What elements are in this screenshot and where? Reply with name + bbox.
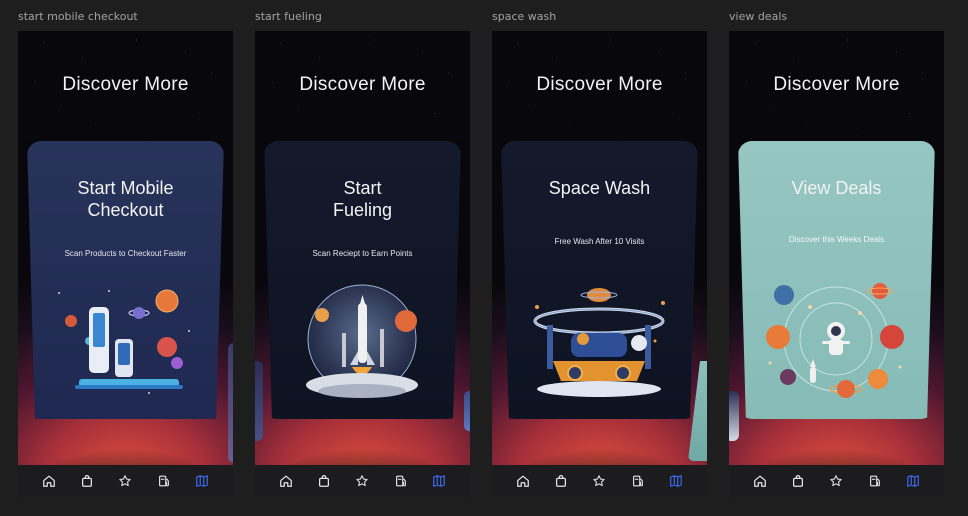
star-icon — [830, 475, 843, 487]
rocket-launch-globe-illustration — [306, 284, 418, 398]
bottom-tab-bar — [729, 465, 944, 497]
frame-label: start fueling — [255, 10, 322, 23]
discover-heading: Discover More — [773, 74, 900, 95]
tab-fuel[interactable] — [156, 473, 172, 489]
tab-shop[interactable] — [790, 473, 806, 489]
phone-frame-start-fueling: Discover More Start Fueling Scan Reciept… — [255, 31, 470, 497]
tab-map[interactable] — [668, 473, 684, 489]
frame-label: view deals — [729, 10, 788, 23]
tab-map[interactable] — [905, 473, 921, 489]
fuel-pump-icon — [632, 475, 643, 487]
tab-favorites[interactable] — [117, 473, 133, 489]
tab-fuel[interactable] — [630, 473, 646, 489]
phone-frame-view-deals: Discover More View Deals Discover this W… — [729, 31, 944, 497]
fuel-pump-icon — [158, 475, 169, 487]
tab-home[interactable] — [41, 473, 57, 489]
tab-shop[interactable] — [553, 473, 569, 489]
tab-home[interactable] — [515, 473, 531, 489]
map-icon — [433, 475, 445, 487]
tab-favorites[interactable] — [591, 473, 607, 489]
discover-heading: Discover More — [299, 74, 426, 95]
card-title: Space Wash — [548, 178, 651, 198]
discover-heading: Discover More — [62, 74, 189, 95]
tab-shop[interactable] — [316, 473, 332, 489]
discover-heading: Discover More — [536, 74, 663, 95]
home-icon — [280, 475, 292, 487]
card-title: Start Fueling — [332, 178, 393, 220]
previous-card-peek[interactable] — [255, 361, 263, 441]
star-icon — [593, 475, 606, 487]
star-icon — [356, 475, 369, 487]
shopping-bag-icon — [793, 475, 804, 487]
tab-fuel[interactable] — [393, 473, 409, 489]
tab-favorites[interactable] — [828, 473, 844, 489]
tab-fuel[interactable] — [867, 473, 883, 489]
promo-card-space-wash[interactable]: Space Wash Free Wash After 10 Visits — [501, 141, 698, 419]
promo-card-view-deals[interactable]: View Deals Discover this Weeks Deals — [738, 141, 935, 419]
card-subtitle: Scan Products to Checkout Faster — [64, 249, 187, 258]
frame-label: start mobile checkout — [18, 10, 138, 23]
card-title: View Deals — [791, 178, 882, 198]
card-subtitle: Scan Reciept to Earn Points — [312, 249, 413, 258]
next-card-peek[interactable] — [464, 391, 470, 431]
astronaut-planets-illustration — [766, 283, 904, 398]
bottom-tab-bar — [18, 465, 233, 497]
map-icon — [907, 475, 919, 487]
shopping-bag-icon — [319, 475, 330, 487]
card-subtitle: Free Wash After 10 Visits — [554, 237, 645, 246]
map-icon — [196, 475, 208, 487]
home-icon — [754, 475, 766, 487]
tab-map[interactable] — [194, 473, 210, 489]
star-icon — [119, 475, 132, 487]
map-icon — [670, 475, 682, 487]
card-subtitle: Discover this Weeks Deals — [789, 235, 884, 244]
phone-frame-space-wash: Discover More Space Wash Free Wash After… — [492, 31, 707, 497]
phone-frame-start-mobile-checkout: Discover More Start Mobile Checkout Scan… — [18, 31, 233, 497]
tab-shop[interactable] — [79, 473, 95, 489]
space-car-wash-illustration — [533, 288, 665, 397]
tab-map[interactable] — [431, 473, 447, 489]
previous-card-peek[interactable] — [729, 391, 739, 441]
fuel-pump-icon — [395, 475, 406, 487]
promo-card-start-fueling[interactable]: Start Fueling Scan Reciept to Earn Point… — [264, 141, 461, 419]
shopping-bag-icon — [82, 475, 93, 487]
promo-card-start-mobile-checkout[interactable]: Start Mobile Checkout Scan Products to C… — [27, 141, 224, 419]
bottom-tab-bar — [492, 465, 707, 497]
home-icon — [43, 475, 55, 487]
next-card-peek[interactable] — [228, 343, 233, 463]
shopping-bag-icon — [556, 475, 567, 487]
tab-home[interactable] — [752, 473, 768, 489]
frame-label: space wash — [492, 10, 557, 23]
tab-home[interactable] — [278, 473, 294, 489]
card-title: Start Mobile Checkout — [77, 178, 174, 220]
fuel-pump-icon — [869, 475, 880, 487]
tab-favorites[interactable] — [354, 473, 370, 489]
bottom-tab-bar — [255, 465, 470, 497]
home-icon — [517, 475, 529, 487]
phones-and-planets-illustration — [58, 289, 190, 394]
